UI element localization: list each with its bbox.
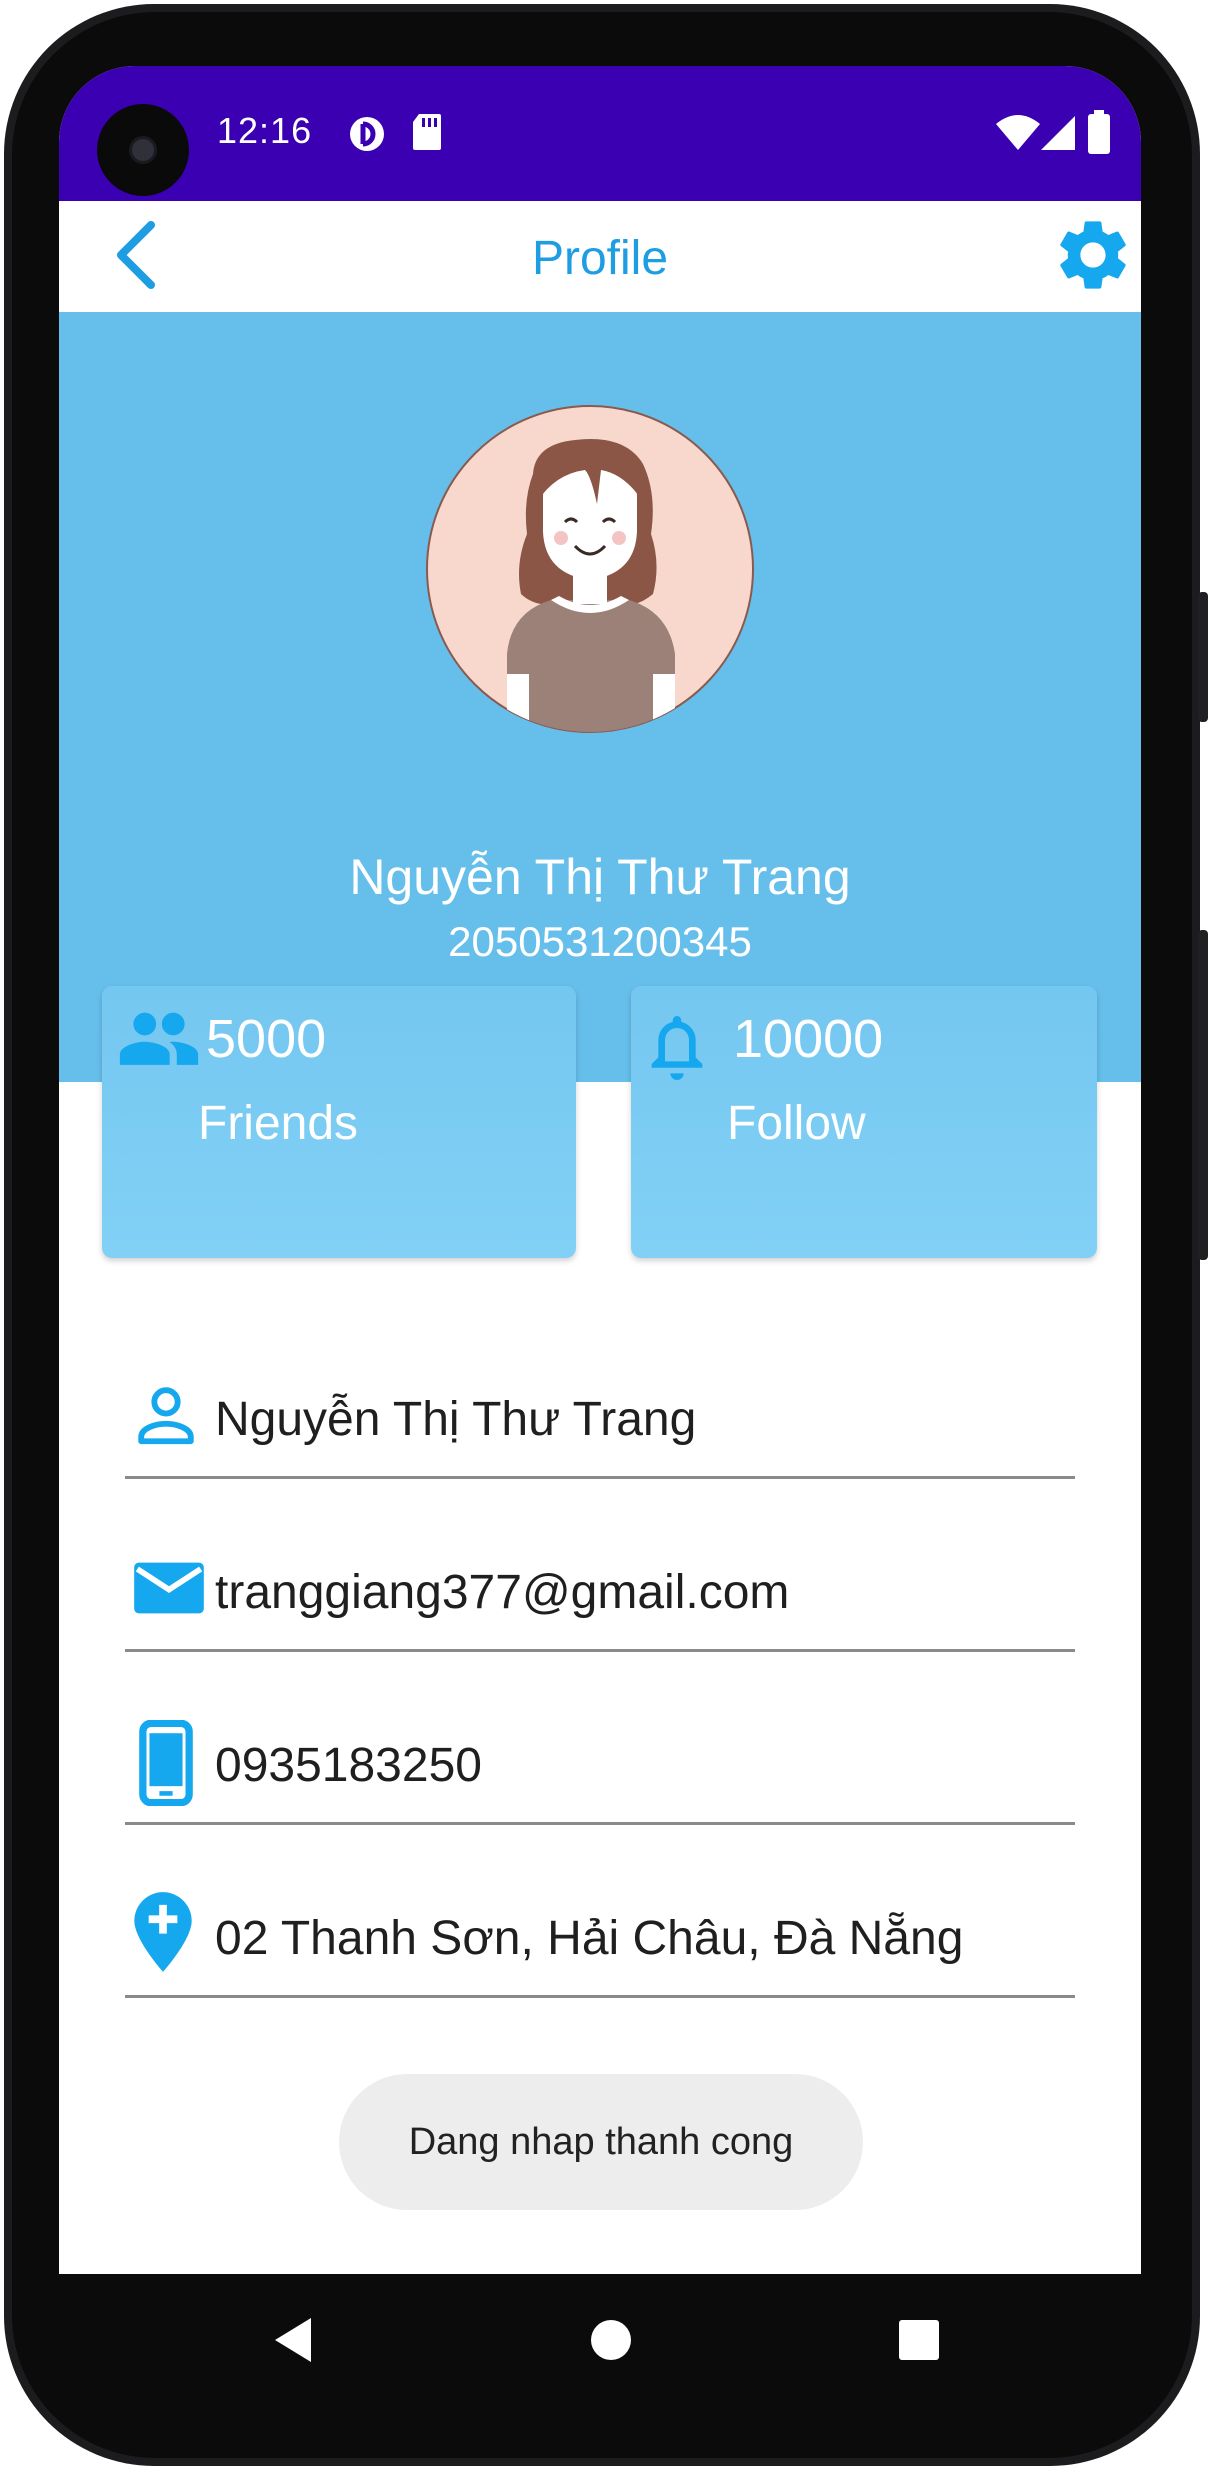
- email-icon: [134, 1562, 204, 1614]
- data-saver-icon: [350, 117, 384, 151]
- email-row[interactable]: tranggiang377@gmail.com: [125, 1539, 1075, 1652]
- follow-card[interactable]: 10000 Follow: [631, 986, 1097, 1258]
- gear-icon[interactable]: [1051, 213, 1135, 297]
- sd-card-icon: [413, 114, 441, 150]
- email-value: tranggiang377@gmail.com: [215, 1566, 790, 1619]
- status-time: 12:16: [217, 110, 313, 151]
- cell-signal-icon: [1041, 116, 1075, 150]
- page-title: Profile: [531, 232, 669, 285]
- power-button: [1198, 592, 1208, 722]
- home-icon[interactable]: [581, 2310, 641, 2370]
- navigation-bar: [59, 2274, 1141, 2404]
- people-icon: [119, 1012, 199, 1065]
- person-icon: [138, 1387, 194, 1445]
- avatar[interactable]: [425, 404, 755, 734]
- volume-button: [1198, 930, 1208, 1260]
- user-id: 2050531200345: [448, 918, 752, 965]
- back-icon[interactable]: [265, 2310, 325, 2370]
- toast-message: Dang nhap thanh cong: [339, 2074, 863, 2210]
- bell-icon: [651, 1016, 703, 1080]
- phone-row[interactable]: 0935183250: [125, 1712, 1075, 1825]
- location-icon: [134, 1892, 192, 1972]
- address-value: 02 Thanh Sơn, Hải Châu, Đà Nẵng: [215, 1912, 964, 1965]
- profile-header: Nguyễn Thị Thư Trang 2050531200345: [59, 312, 1141, 1082]
- name-value: Nguyễn Thị Thư Trang: [215, 1393, 697, 1446]
- app-screen: 12:16 Profile Nguyễn Thị Thư Trang 20505…: [59, 66, 1141, 2274]
- status-bar: 12:16: [59, 66, 1141, 201]
- name-row[interactable]: Nguyễn Thị Thư Trang: [125, 1366, 1075, 1479]
- follow-count: 10000: [733, 1009, 884, 1069]
- wifi-icon: [996, 115, 1040, 150]
- toolbar: Profile: [59, 201, 1141, 312]
- friends-card[interactable]: 5000 Friends: [102, 986, 576, 1258]
- battery-icon: [1088, 110, 1110, 154]
- follow-label: Follow: [727, 1097, 866, 1150]
- camera-punch-hole: [97, 104, 189, 196]
- phone-value: 0935183250: [215, 1739, 482, 1792]
- address-row[interactable]: 02 Thanh Sơn, Hải Châu, Đà Nẵng: [125, 1885, 1075, 1998]
- overview-icon[interactable]: [889, 2310, 949, 2370]
- user-name: Nguyễn Thị Thư Trang: [349, 849, 851, 905]
- friends-count: 5000: [206, 1009, 327, 1069]
- friends-label: Friends: [198, 1097, 359, 1150]
- phone-icon: [139, 1720, 193, 1806]
